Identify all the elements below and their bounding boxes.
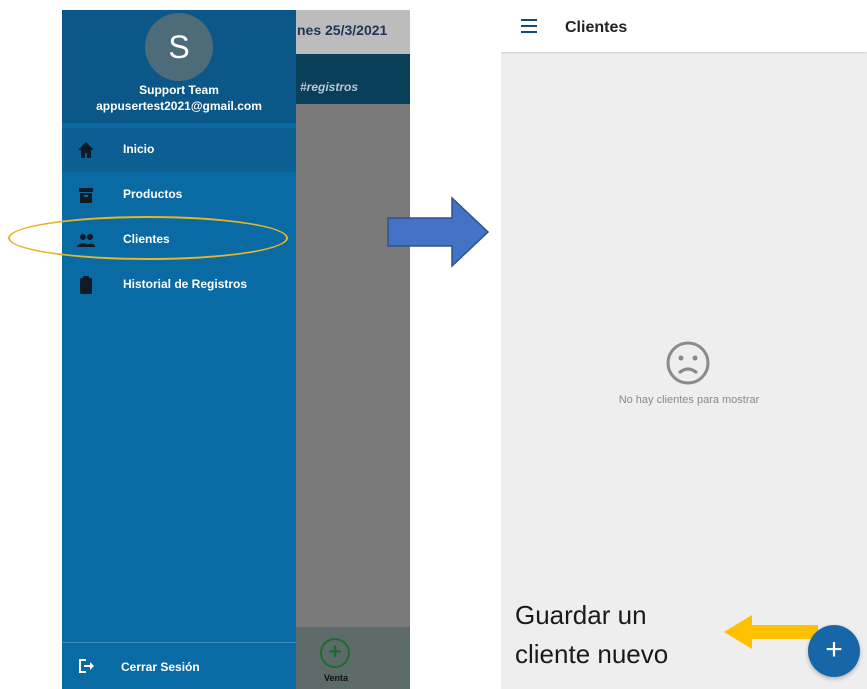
drawer-screenshot: nes 25/3/2021 #registros + Venta S Suppo…: [62, 10, 410, 689]
app-bar: Clientes: [501, 0, 867, 52]
venta-label: Venta: [323, 673, 348, 683]
background-date: nes 25/3/2021: [297, 22, 388, 38]
page-title: Clientes: [565, 19, 628, 36]
user-email: appusertest2021@gmail.com: [96, 99, 262, 113]
clientes-highlight-oval: [8, 216, 288, 260]
menu-item-inicio[interactable]: Inicio: [62, 128, 296, 172]
home-icon: [78, 142, 94, 158]
menu-item-label: Historial de Registros: [123, 277, 248, 291]
menu-item-label: Inicio: [123, 142, 155, 156]
menu-item-label: Productos: [123, 187, 183, 201]
menu-item-historial[interactable]: Historial de Registros: [62, 263, 296, 307]
hamburger-menu-icon[interactable]: [519, 16, 541, 36]
add-client-button[interactable]: +: [808, 625, 860, 677]
background-tag: #registros: [300, 80, 359, 94]
clientes-screenshot: Clientes No hay clientes para mostrar: [501, 0, 867, 689]
sad-face-icon: [666, 341, 710, 385]
avatar: S: [145, 13, 213, 81]
drawer-divider: [62, 642, 296, 643]
menu-item-productos[interactable]: Productos: [62, 173, 296, 217]
logout-label: Cerrar Sesión: [121, 660, 200, 674]
logout-button[interactable]: Cerrar Sesión: [62, 650, 296, 686]
arrow-right-icon: [387, 196, 490, 268]
arrow-left-icon: [724, 615, 818, 649]
empty-state-message: No hay clientes para mostrar: [618, 394, 760, 406]
logout-icon: [79, 659, 94, 673]
clipboard-icon: [80, 276, 92, 294]
navigation-drawer: S Support Team appusertest2021@gmail.com…: [62, 10, 296, 689]
archive-icon: [79, 188, 93, 203]
venta-add-icon[interactable]: +: [320, 638, 350, 668]
drawer-header: S Support Team appusertest2021@gmail.com: [62, 10, 296, 123]
user-name: Support Team: [139, 83, 219, 97]
